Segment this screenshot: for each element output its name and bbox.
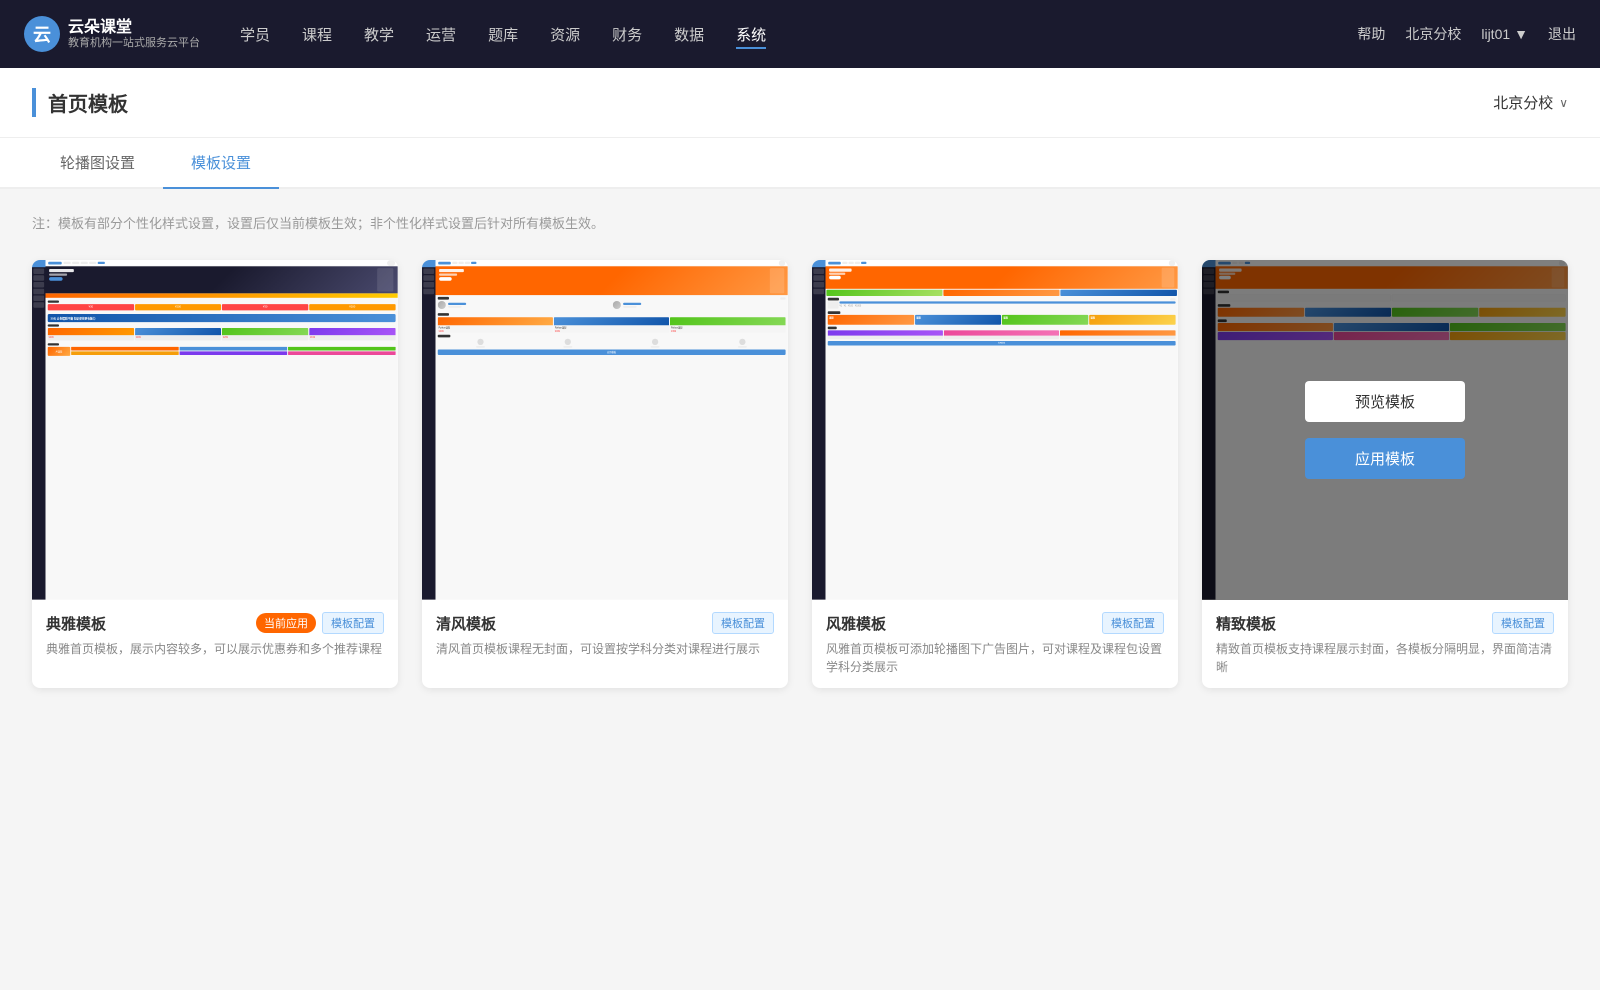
- template-preview-dianyan: ¥30 ¥200 ¥30 ¥200 30天 让你摆脱平庸 知识使你更有魅力: [32, 260, 398, 600]
- nav-item-system[interactable]: 系统: [736, 20, 766, 49]
- template-card-fengya: ¥1¥1¥100¥1000 课程: [812, 260, 1178, 688]
- template-desc-qingfeng: 清风首页模板课程无封面，可设置按学科分类对课程进行展示: [436, 640, 774, 658]
- content: 注：模板有部分个性化样式设置，设置后仅当前模板生效；非个性化样式设置后针对所有模…: [0, 189, 1600, 712]
- nav-item-resources[interactable]: 资源: [550, 20, 580, 49]
- template-badges-qingfeng: 模板配置: [712, 612, 774, 634]
- notice: 注：模板有部分个性化样式设置，设置后仅当前模板生效；非个性化样式设置后针对所有模…: [32, 213, 1568, 232]
- nav-item-teaching[interactable]: 教学: [364, 20, 394, 49]
- template-name: 典雅模板: [46, 613, 106, 634]
- badge-config-fengya[interactable]: 模板配置: [1102, 612, 1164, 634]
- template-preview-jingzhi: 预览模板 应用模板: [1202, 260, 1568, 600]
- nav-item-questionbank[interactable]: 题库: [488, 20, 518, 49]
- branch-selector[interactable]: 北京分校 ∨: [1493, 92, 1568, 113]
- logo: 云 云朵课堂 教育机构一站式服务云平台: [24, 16, 200, 52]
- nav-item-data[interactable]: 数据: [674, 20, 704, 49]
- nav-username: lijt01: [1481, 26, 1510, 42]
- page-header: 首页模板 北京分校 ∨: [0, 68, 1600, 138]
- branch-selector-label: 北京分校: [1493, 92, 1553, 113]
- nav-help[interactable]: 帮助: [1357, 24, 1385, 44]
- logo-icon: 云: [24, 16, 60, 52]
- template-name-fengya: 风雅模板: [826, 613, 886, 634]
- nav-right: 帮助 北京分校 lijt01 ▼ 退出: [1357, 24, 1576, 44]
- template-desc-dianyan: 典雅首页模板，展示内容较多，可以展示优惠券和多个推荐课程: [46, 640, 384, 658]
- template-card-qingfeng: Python课程 ¥499 Python课程 ¥499: [422, 260, 788, 688]
- badge-config-qingfeng[interactable]: 模板配置: [712, 612, 774, 634]
- navbar: 云 云朵课堂 教育机构一站式服务云平台 学员 课程 教学 运营 题库 资源 财务…: [0, 0, 1600, 68]
- nav-item-students[interactable]: 学员: [240, 20, 270, 49]
- template-desc-jingzhi: 精致首页模板支持课程展示封面，各模板分隔明显，界面简洁清晰: [1216, 640, 1554, 676]
- template-preview-fengya: ¥1¥1¥100¥1000 课程: [812, 260, 1178, 600]
- template-info-qingfeng: 清风模板 模板配置 清风首页模板课程无封面，可设置按学科分类对课程进行展示: [422, 600, 788, 670]
- nav-branch[interactable]: 北京分校: [1405, 24, 1461, 44]
- preview-overlay-jingzhi: 预览模板 应用模板: [1202, 260, 1568, 600]
- template-desc-fengya: 风雅首页模板可添加轮播图下广告图片，可对课程及课程包设置学科分类展示: [826, 640, 1164, 676]
- nav-user[interactable]: lijt01 ▼: [1481, 26, 1528, 42]
- tabs-container: 轮播图设置 模板设置: [0, 138, 1600, 189]
- template-grid: ¥30 ¥200 ¥30 ¥200 30天 让你摆脱平庸 知识使你更有魅力: [32, 260, 1568, 688]
- nav-item-operations[interactable]: 运营: [426, 20, 456, 49]
- page-title: 首页模板: [32, 88, 128, 117]
- logo-main: 云朵课堂: [68, 18, 200, 37]
- template-card-dianyan: ¥30 ¥200 ¥30 ¥200 30天 让你摆脱平庸 知识使你更有魅力: [32, 260, 398, 688]
- template-name-jingzhi: 精致模板: [1216, 613, 1276, 634]
- btn-preview-jingzhi[interactable]: 预览模板: [1305, 381, 1465, 422]
- btn-apply-jingzhi[interactable]: 应用模板: [1305, 438, 1465, 479]
- tab-template[interactable]: 模板设置: [163, 138, 279, 189]
- logo-text: 云朵课堂 教育机构一站式服务云平台: [68, 18, 200, 50]
- template-name-row-qingfeng: 清风模板 模板配置: [436, 612, 774, 634]
- template-info-dianyan: 典雅模板 当前应用 模板配置 典雅首页模板，展示内容较多，可以展示优惠券和多个推…: [32, 600, 398, 670]
- nav-logout[interactable]: 退出: [1548, 24, 1576, 44]
- tabs: 轮播图设置 模板设置: [32, 138, 1568, 187]
- template-info-fengya: 风雅模板 模板配置 风雅首页模板可添加轮播图下广告图片，可对课程及课程包设置学科…: [812, 600, 1178, 688]
- nav-item-courses[interactable]: 课程: [302, 20, 332, 49]
- template-name-row-fengya: 风雅模板 模板配置: [826, 612, 1164, 634]
- template-name-row: 典雅模板 当前应用 模板配置: [46, 612, 384, 634]
- badge-config-jingzhi[interactable]: 模板配置: [1492, 612, 1554, 634]
- nav-menu: 学员 课程 教学 运营 题库 资源 财务 数据 系统: [240, 20, 1357, 49]
- mock-site-fengya: ¥1¥1¥100¥1000 课程: [812, 260, 1178, 600]
- template-badges: 当前应用 模板配置: [256, 612, 384, 634]
- mock-site-dianyan: ¥30 ¥200 ¥30 ¥200 30天 让你摆脱平庸 知识使你更有魅力: [32, 260, 398, 600]
- mock-site-qingfeng: Python课程 ¥499 Python课程 ¥499: [422, 260, 788, 600]
- chevron-down-icon: ∨: [1559, 96, 1568, 110]
- tab-carousel[interactable]: 轮播图设置: [32, 138, 163, 189]
- template-name-row-jingzhi: 精致模板 模板配置: [1216, 612, 1554, 634]
- template-card-jingzhi: 预览模板 应用模板: [1202, 260, 1568, 688]
- badge-current-applied: 当前应用: [256, 613, 316, 633]
- nav-item-finance[interactable]: 财务: [612, 20, 642, 49]
- nav-user-arrow: ▼: [1514, 26, 1528, 42]
- template-preview-qingfeng: Python课程 ¥499 Python课程 ¥499: [422, 260, 788, 600]
- badge-config-dianyan[interactable]: 模板配置: [322, 612, 384, 634]
- template-badges-jingzhi: 模板配置: [1492, 612, 1554, 634]
- logo-sub: 教育机构一站式服务云平台: [68, 37, 200, 50]
- template-name-qingfeng: 清风模板: [436, 613, 496, 634]
- template-badges-fengya: 模板配置: [1102, 612, 1164, 634]
- template-info-jingzhi: 精致模板 模板配置 精致首页模板支持课程展示封面，各模板分隔明显，界面简洁清晰: [1202, 600, 1568, 688]
